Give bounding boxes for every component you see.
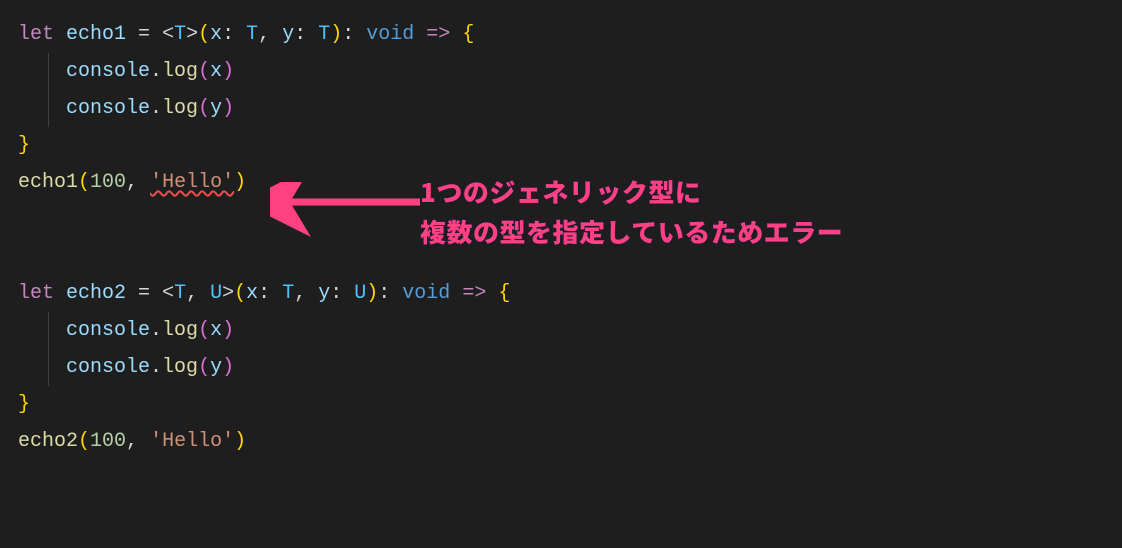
string-literal-error: 'Hello' xyxy=(150,171,234,194)
function-call: echo2 xyxy=(18,430,78,453)
code-line: let echo2 = <T, U>(x: T, y: U): void => … xyxy=(18,275,1104,312)
function-call: echo1 xyxy=(18,171,78,194)
code-line: } xyxy=(18,127,1104,164)
number-literal: 100 xyxy=(90,430,126,453)
identifier: echo1 xyxy=(66,23,126,46)
blank-line xyxy=(18,201,1104,238)
code-line: echo1(100, 'Hello') xyxy=(18,164,1104,201)
type-void: void xyxy=(366,23,414,46)
code-editor[interactable]: let echo1 = <T>(x: T, y: T): void => { c… xyxy=(18,16,1104,460)
code-line: console.log(x) xyxy=(18,53,1104,90)
keyword-let: let xyxy=(18,282,54,305)
identifier: echo2 xyxy=(66,282,126,305)
keyword-let: let xyxy=(18,23,54,46)
code-line: console.log(y) xyxy=(18,90,1104,127)
blank-line xyxy=(18,238,1104,275)
code-line: let echo1 = <T>(x: T, y: T): void => { xyxy=(18,16,1104,53)
type-param: T xyxy=(174,23,186,46)
code-line: console.log(y) xyxy=(18,349,1104,386)
code-line: echo2(100, 'Hello') xyxy=(18,423,1104,460)
code-line: console.log(x) xyxy=(18,312,1104,349)
code-line: } xyxy=(18,386,1104,423)
string-literal: 'Hello' xyxy=(150,430,234,453)
number-literal: 100 xyxy=(90,171,126,194)
